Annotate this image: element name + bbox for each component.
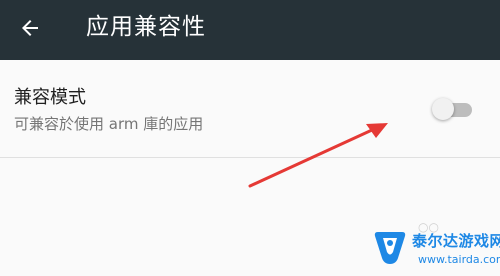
preference-title: 兼容模式 xyxy=(14,87,86,108)
watermark-logo-icon xyxy=(374,232,406,264)
compat-mode-switch[interactable] xyxy=(432,98,476,122)
watermark-url: www.tairda.com xyxy=(418,253,500,266)
divider xyxy=(0,157,500,158)
arrow-back-icon xyxy=(22,20,38,36)
watermark: 泰尔达游戏网 www.tairda.com xyxy=(370,222,500,274)
switch-thumb xyxy=(432,98,454,120)
app-toolbar: 应用兼容性 xyxy=(0,0,500,60)
compat-mode-preference[interactable]: 兼容模式 可兼容於使用 arm 庫的应用 xyxy=(0,60,500,158)
page-title: 应用兼容性 xyxy=(86,14,206,40)
back-button[interactable] xyxy=(8,6,52,50)
preference-summary: 可兼容於使用 arm 庫的应用 xyxy=(14,115,204,133)
watermark-brand: 泰尔达游戏网 xyxy=(412,232,500,250)
